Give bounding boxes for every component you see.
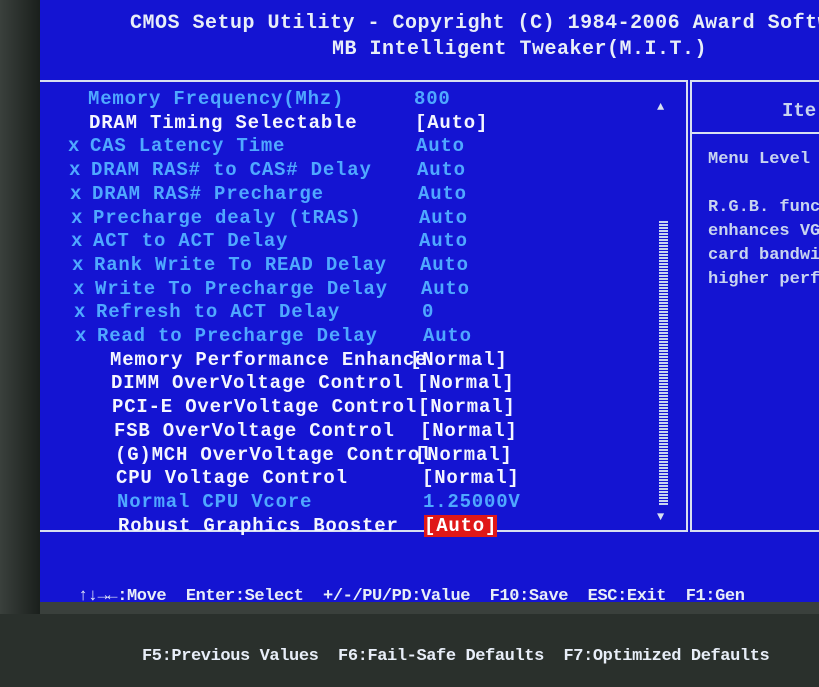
setting-value[interactable]: [Normal] — [418, 396, 516, 418]
disabled-marker-icon: x — [72, 253, 85, 276]
setting-value[interactable]: [Normal] — [422, 467, 520, 489]
help-line: enhances VG — [708, 222, 819, 241]
disabled-marker-icon: x — [75, 325, 88, 347]
setting-value: Auto — [421, 277, 470, 300]
setting-label: DRAM RAS# to CAS# Delay — [91, 159, 372, 182]
setting-label: Write To Precharge Delay — [95, 277, 388, 300]
setting-value: Auto — [419, 206, 468, 229]
setting-label: CPU Voltage Control — [116, 467, 348, 490]
disabled-marker-icon: x — [68, 135, 81, 158]
setting-value: 800 — [414, 88, 451, 110]
disabled-marker-icon: x — [69, 159, 82, 182]
menu-level: Menu Level — [708, 150, 811, 169]
title-line-2: MB Intelligent Tweaker(M.I.T.) — [332, 38, 708, 61]
item-help-panel: Ite Menu Level R.G.B. func enhances VG c… — [690, 80, 819, 532]
setting-value[interactable]: [Normal] — [420, 420, 518, 442]
setting-value: Auto — [423, 325, 472, 347]
setting-label: FSB OverVoltage Control — [114, 419, 395, 442]
title-line-1: CMOS Setup Utility - Copyright (C) 1984-… — [130, 12, 819, 35]
disabled-marker-icon: x — [71, 206, 84, 229]
scroll-up-icon[interactable]: ▲ — [657, 100, 664, 114]
help-line: R.G.B. func — [708, 198, 819, 217]
setting-label: Memory Performance Enhance — [110, 348, 428, 371]
setting-value: Auto — [419, 230, 468, 253]
setting-label: PCI-E OverVoltage Control — [112, 396, 418, 419]
setting-value: Auto — [417, 159, 466, 182]
help-divider — [692, 132, 819, 134]
help-line: higher perf — [708, 270, 819, 289]
setting-label: DIMM OverVoltage Control — [111, 372, 404, 395]
disabled-marker-icon: x — [74, 301, 87, 324]
setting-value: Auto — [418, 182, 467, 205]
setting-label: Normal CPU Vcore — [117, 490, 313, 513]
key-legend: ↑↓→←:Move Enter:Select +/-/PU/PD:Value F… — [78, 548, 770, 687]
help-title: Ite — [782, 100, 817, 122]
setting-value: 0 — [422, 301, 435, 324]
setting-value[interactable]: [Normal] — [410, 349, 508, 371]
setting-value: 1.25000V — [423, 490, 521, 513]
setting-value[interactable]: [Auto] — [415, 112, 488, 134]
setting-label: Rank Write To READ Delay — [94, 253, 387, 276]
setting-label: Precharge dealy (tRAS) — [93, 206, 362, 229]
key-legend-line-1: ↑↓→←:Move Enter:Select +/-/PU/PD:Value F… — [78, 587, 745, 606]
setting-value: Auto — [420, 253, 469, 276]
bios-screen: CMOS Setup Utility - Copyright (C) 1984-… — [0, 0, 819, 602]
setting-value[interactable]: [Auto] — [424, 514, 498, 537]
disabled-marker-icon: x — [71, 230, 84, 253]
key-legend-line-2: F5:Previous Values F6:Fail-Safe Defaults… — [142, 647, 770, 666]
setting-label: DRAM RAS# Precharge — [92, 182, 324, 205]
setting-value: Auto — [416, 135, 465, 158]
scrollbar-thumb[interactable] — [659, 220, 668, 505]
setting-value[interactable]: [Normal] — [417, 372, 515, 394]
setting-label: Refresh to ACT Delay — [96, 301, 341, 324]
setting-label: Read to Precharge Delay — [97, 325, 378, 347]
setting-label: DRAM Timing Selectable — [89, 111, 358, 134]
disabled-marker-icon: x — [73, 277, 86, 300]
setting-label: (G)MCH OverVoltage Control — [115, 443, 433, 466]
help-line: card bandwi — [708, 246, 819, 265]
setting-label: CAS Latency Time — [90, 135, 286, 158]
scrollbar[interactable]: ▲ ▼ — [656, 100, 670, 525]
monitor-bezel — [0, 0, 40, 614]
disabled-marker-icon: x — [70, 182, 83, 205]
setting-label: Robust Graphics Booster — [118, 514, 399, 537]
setting-value[interactable]: [Normal] — [415, 444, 513, 466]
setting-label: Memory Frequency(Mhz) — [88, 88, 345, 110]
scroll-down-icon[interactable]: ▼ — [657, 510, 664, 524]
setting-label: ACT to ACT Delay — [93, 230, 289, 253]
